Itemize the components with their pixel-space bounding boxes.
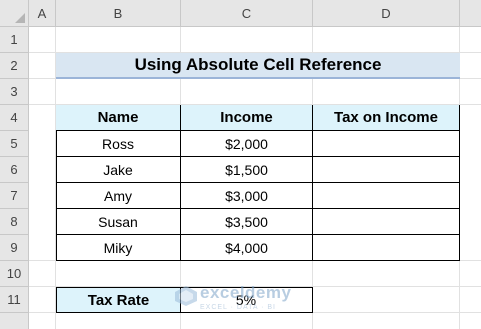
row-header-4[interactable]: 4 [0, 105, 29, 131]
tax-rate-value[interactable]: 5% [180, 287, 313, 313]
cell-tax[interactable] [313, 131, 460, 157]
cell-name[interactable]: Susan [56, 209, 181, 235]
row-header-3[interactable]: 3 [0, 79, 29, 105]
cell-name[interactable]: Amy [56, 183, 181, 209]
cell-name[interactable]: Jake [56, 157, 181, 183]
column-header-a[interactable]: A [29, 0, 56, 27]
cell-name[interactable]: Miky [56, 235, 181, 261]
tax-rate-label[interactable]: Tax Rate [56, 287, 181, 313]
row-header-2[interactable]: 2 [0, 53, 29, 79]
header-tax-on-income[interactable]: Tax on Income [313, 105, 460, 131]
row-header-7[interactable]: 7 [0, 183, 29, 209]
row-header-12[interactable] [0, 313, 29, 329]
header-name[interactable]: Name [56, 105, 181, 131]
select-all-triangle-icon [15, 13, 25, 23]
column-header-b[interactable]: B [56, 0, 181, 27]
column-header-c[interactable]: C [181, 0, 313, 27]
header-income[interactable]: Income [181, 105, 313, 131]
row-header-10[interactable]: 10 [0, 261, 29, 287]
row-header-6[interactable]: 6 [0, 157, 29, 183]
row-header-8[interactable]: 8 [0, 209, 29, 235]
cell-income[interactable]: $2,000 [181, 131, 313, 157]
spreadsheet: A B C D 1 2 3 4 5 6 7 8 9 10 11 Using Ab… [0, 0, 481, 329]
select-all-button[interactable] [0, 0, 29, 27]
cell-income[interactable]: $1,500 [181, 157, 313, 183]
cell-tax[interactable] [313, 209, 460, 235]
row-header-11[interactable]: 11 [0, 287, 29, 313]
cell-income[interactable]: $4,000 [181, 235, 313, 261]
cell-name[interactable]: Ross [56, 131, 181, 157]
cell-tax[interactable] [313, 183, 460, 209]
cell-tax[interactable] [313, 235, 460, 261]
row-header-1[interactable]: 1 [0, 27, 29, 53]
column-header-e[interactable] [460, 0, 481, 27]
row-header-5[interactable]: 5 [0, 131, 29, 157]
row-header-9[interactable]: 9 [0, 235, 29, 261]
column-header-d[interactable]: D [313, 0, 460, 27]
cell-income[interactable]: $3,000 [181, 183, 313, 209]
sheet-title[interactable]: Using Absolute Cell Reference [56, 53, 460, 79]
cell-income[interactable]: $3,500 [181, 209, 313, 235]
cell-tax[interactable] [313, 157, 460, 183]
